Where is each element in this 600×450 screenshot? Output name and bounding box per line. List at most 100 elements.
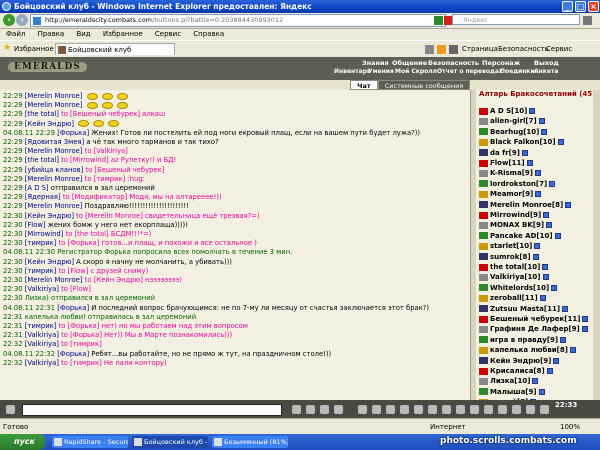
room-user[interactable]: Flow[11] [479, 159, 533, 168]
smiley-icon[interactable] [306, 405, 315, 414]
message-nick[interactable]: [Merelin Monroe] [25, 147, 85, 155]
refresh-icon[interactable] [434, 16, 443, 25]
info-icon[interactable] [532, 378, 539, 385]
nav-exit[interactable]: Выход [534, 59, 559, 67]
message-time[interactable]: 22:29 [3, 166, 25, 174]
nav-transfer-report[interactable]: Отчет о переводах [437, 68, 503, 75]
room-user[interactable]: Whitelords[10] [479, 284, 558, 293]
tool-4-icon[interactable] [400, 405, 409, 414]
message-time[interactable]: 22:30 [3, 285, 25, 293]
message-nick[interactable]: [убийца кланов] [25, 166, 86, 174]
info-icon[interactable] [581, 326, 588, 333]
message-nick[interactable]: [Кейн Эндрю] [25, 212, 76, 220]
message-nick[interactable]: [the total] [25, 156, 61, 164]
task-paint[interactable]: Безымянный (81%) -... [212, 436, 288, 448]
room-user[interactable]: A D S[10] [479, 107, 536, 116]
print-icon[interactable] [449, 45, 458, 54]
message-nick[interactable]: [the total] [25, 110, 61, 118]
message-time[interactable]: 22:30 [3, 230, 25, 238]
info-icon[interactable] [560, 336, 567, 343]
message-time[interactable]: 22:29 [3, 110, 25, 118]
room-user[interactable]: Графиня Де Лафер[9] [479, 325, 588, 334]
message-time[interactable]: 22:32 [3, 340, 25, 348]
tool-14-icon[interactable] [540, 405, 549, 414]
nav-profile[interactable]: Анкета [534, 68, 558, 75]
message-time[interactable]: 22:32 [3, 359, 25, 367]
room-user[interactable]: Pancake AD[10] [479, 232, 561, 241]
tool-13-icon[interactable] [526, 405, 535, 414]
message-nick[interactable]: [Valkiriya] [25, 331, 61, 339]
message-time[interactable]: 22:29 [3, 147, 25, 155]
filter-icon[interactable] [320, 405, 329, 414]
message-time[interactable]: 22:30 [3, 239, 25, 247]
search-icon[interactable] [583, 16, 592, 25]
info-icon[interactable] [541, 128, 548, 135]
info-icon[interactable] [542, 274, 549, 281]
message-nick[interactable]: [Кейн Эндрю] [25, 258, 76, 266]
close-button[interactable]: × [588, 1, 599, 12]
info-icon[interactable] [539, 295, 546, 302]
tool-3-icon[interactable] [386, 405, 395, 414]
nav-character[interactable]: Персонаж [482, 59, 520, 67]
info-icon[interactable] [557, 139, 564, 146]
page-menu[interactable]: Страница [462, 43, 498, 55]
favorites-star-icon[interactable]: ★ [3, 44, 11, 53]
room-user[interactable]: Крисалиса[8] [479, 367, 553, 376]
message-nick[interactable]: [Ядерная] [25, 193, 63, 201]
info-icon[interactable] [535, 191, 542, 198]
info-icon[interactable] [553, 357, 560, 364]
room-user[interactable]: Mirrowind[9] [479, 211, 550, 220]
favorites-button[interactable]: Избранное [14, 43, 54, 55]
room-user[interactable]: Valkiriya[10] [479, 273, 549, 282]
message-nick[interactable]: [A D S] [25, 184, 51, 192]
message-time[interactable]: 22:30 [3, 276, 25, 284]
message-nick[interactable]: [тимрик] [25, 239, 59, 247]
nav-inventory[interactable]: Инвентарь [334, 68, 371, 75]
message-time[interactable]: 22:29 [3, 193, 25, 201]
search-input[interactable]: Яндекс [452, 14, 580, 25]
nav-security[interactable]: Безопасность [428, 59, 479, 67]
back-button[interactable]: ‹ [3, 14, 15, 26]
message-time[interactable]: 22:29 [3, 138, 25, 146]
message-nick[interactable]: [Форька] [57, 304, 91, 312]
info-icon[interactable] [538, 118, 545, 125]
tool-7-icon[interactable] [442, 405, 451, 414]
message-nick[interactable]: [Форька] [57, 350, 91, 358]
info-icon[interactable] [565, 201, 572, 208]
tool-11-icon[interactable] [498, 405, 507, 414]
tools-menu[interactable]: Сервис [546, 43, 572, 55]
info-icon[interactable] [534, 170, 541, 177]
info-icon[interactable] [521, 149, 528, 156]
message-time[interactable]: 22:30 [3, 212, 25, 220]
info-icon[interactable] [569, 347, 576, 354]
room-user[interactable]: Black Falkon[10] [479, 138, 564, 147]
menu-edit[interactable]: Правка [38, 30, 65, 38]
tool-9-icon[interactable] [470, 405, 479, 414]
room-user[interactable]: игра в правду[9] [479, 336, 567, 345]
message-time[interactable]: 04.08.11 22:30 [3, 248, 57, 256]
message-time[interactable]: 22:29 [3, 175, 25, 183]
message-nick[interactable]: [Valkiriya] [25, 285, 61, 293]
feeds-icon[interactable] [437, 45, 446, 54]
zoom-level[interactable]: 100% [560, 419, 580, 435]
clear-icon[interactable] [334, 405, 343, 414]
room-user[interactable]: starlet[10] [479, 242, 541, 251]
room-user[interactable]: капелька любви[8] [479, 346, 576, 355]
tool-6-icon[interactable] [428, 405, 437, 414]
message-nick[interactable]: [Кейн Эндрю] [25, 120, 76, 128]
message-time[interactable]: 22:29 [3, 156, 25, 164]
nav-knowledge[interactable]: Знания [362, 59, 389, 67]
chat-input[interactable] [22, 404, 282, 416]
room-user[interactable]: Merelin Monroe[8] [479, 201, 572, 210]
menu-view[interactable]: Вид [76, 30, 90, 38]
room-user[interactable]: Лизка[10] [479, 377, 539, 386]
forward-button[interactable]: › [16, 14, 28, 26]
minimize-button[interactable]: _ [562, 1, 573, 12]
message-nick[interactable]: [тимрик] [25, 267, 59, 275]
room-user[interactable]: sumrok[8] [479, 253, 539, 262]
message-time[interactable]: 04.08.11 22:32 [3, 350, 57, 358]
room-user[interactable]: alien-girl[7] [479, 117, 545, 126]
refresh-chat-icon[interactable] [6, 405, 15, 414]
room-scrollbar[interactable] [593, 90, 600, 400]
message-nick[interactable]: [Ядовитая Змея] [25, 138, 87, 146]
